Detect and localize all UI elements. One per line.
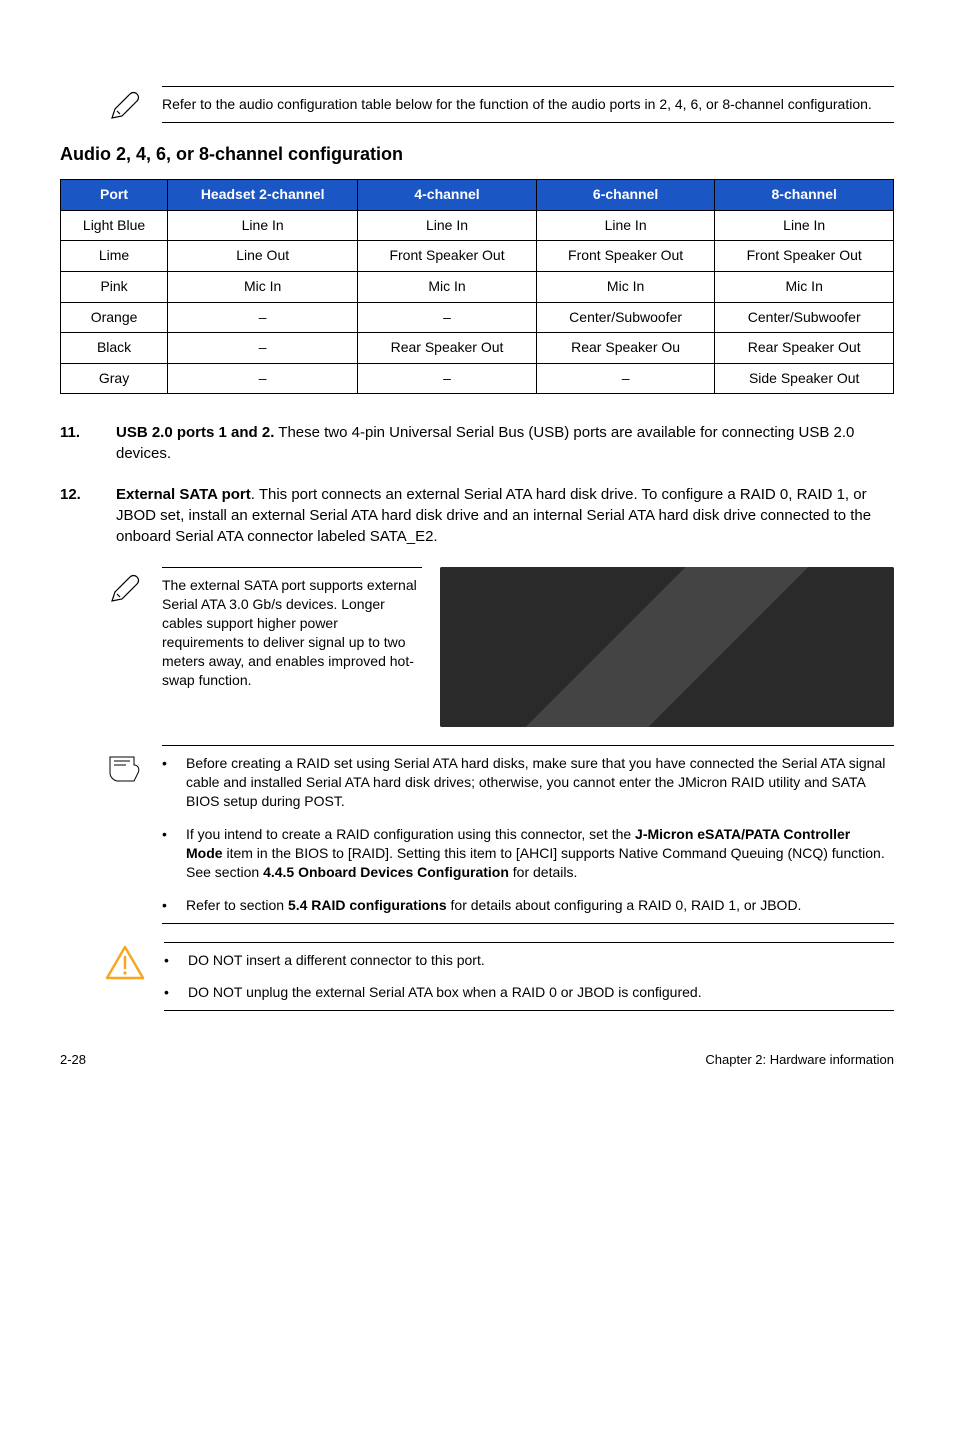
table-row: LimeLine OutFront Speaker OutFront Speak… [61,241,894,272]
bullet: Refer to section 5.4 RAID configurations… [162,896,888,915]
table-row: Light BlueLine InLine InLine InLine In [61,210,894,241]
bullet: DO NOT unplug the external Serial ATA bo… [164,983,888,1002]
note-raid-reminders: Before creating a RAID set using Serial … [104,745,894,923]
table-row: Black–Rear Speaker OutRear Speaker OuRea… [61,333,894,364]
note-text: Before creating a RAID set using Serial … [162,745,894,923]
page-number: 2-28 [60,1051,86,1069]
item-body: USB 2.0 ports 1 and 2. These two 4-pin U… [116,422,894,464]
table-row: Gray–––Side Speaker Out [61,363,894,394]
note-text: The external SATA port supports external… [162,567,422,689]
warning-block: DO NOT insert a different connector to t… [104,942,894,1012]
warning-icon [104,942,146,982]
heading-audio-config: Audio 2, 4, 6, or 8-channel configuratio… [60,142,894,167]
note-audio-config: Refer to the audio configuration table b… [104,86,894,124]
table-row: Orange––Center/SubwooferCenter/Subwoofer [61,302,894,333]
warning-text: DO NOT insert a different connector to t… [164,942,894,1012]
col-6ch: 6-channel [536,180,715,211]
item-body: External SATA port. This port connects a… [116,484,894,547]
table-row: PinkMic InMic InMic InMic In [61,271,894,302]
item-number: 11. [60,422,96,464]
motherboard-sata-image [440,567,894,727]
item-11: 11. USB 2.0 ports 1 and 2. These two 4-p… [60,422,894,464]
bullet: Before creating a RAID set using Serial … [162,754,888,811]
col-headset: Headset 2-channel [168,180,358,211]
audio-config-table: Port Headset 2-channel 4-channel 6-chann… [60,179,894,394]
col-4ch: 4-channel [358,180,537,211]
note-icon [104,745,144,787]
bullet: DO NOT insert a different connector to t… [164,951,888,970]
note-sata-port: The external SATA port supports external… [104,567,894,727]
pencil-icon [104,86,144,124]
chapter-label: Chapter 2: Hardware information [705,1051,894,1069]
item-number: 12. [60,484,96,547]
pencil-icon [104,567,144,607]
item-12: 12. External SATA port. This port connec… [60,484,894,547]
note-text: Refer to the audio configuration table b… [162,86,894,123]
col-port: Port [61,180,168,211]
col-8ch: 8-channel [715,180,894,211]
page-footer: 2-28 Chapter 2: Hardware information [60,1051,894,1069]
bullet: If you intend to create a RAID configura… [162,825,888,882]
